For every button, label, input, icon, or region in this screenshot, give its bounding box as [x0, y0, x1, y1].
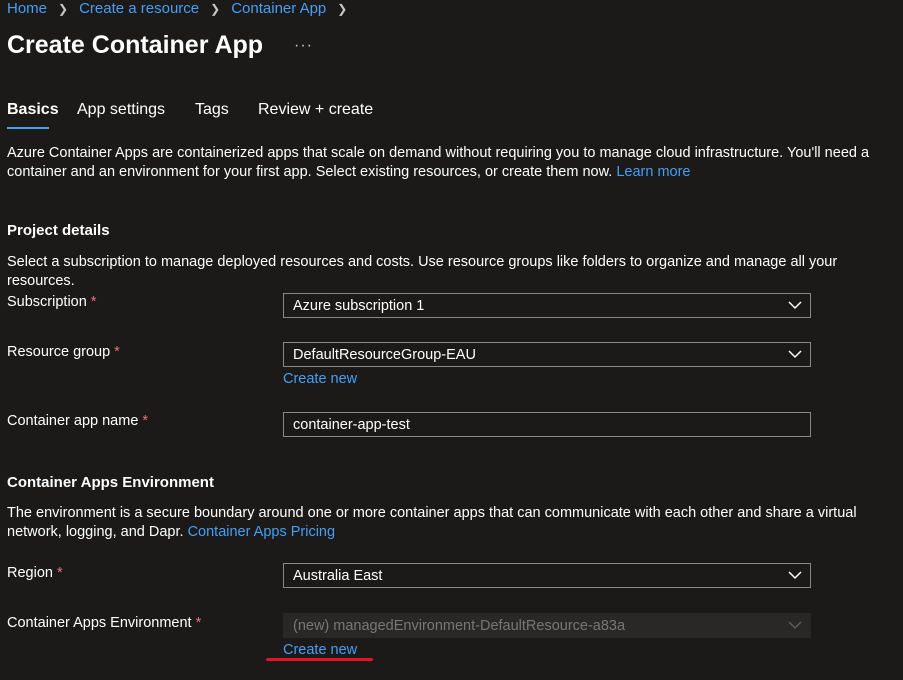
environment-dropdown[interactable]: (new) managedEnvironment-DefaultResource…	[283, 613, 811, 638]
tab-tags[interactable]: Tags	[195, 101, 229, 119]
chevron-right-icon: ❯	[210, 1, 221, 16]
chevron-right-icon: ❯	[337, 1, 348, 16]
app-name-label: Container app name *	[7, 413, 148, 429]
environment-description: The environment is a secure boundary aro…	[7, 505, 857, 540]
subscription-value: Azure subscription 1	[293, 297, 425, 314]
project-details-description: Select a subscription to manage deployed…	[7, 254, 838, 289]
more-options-icon[interactable]: ···	[294, 37, 313, 55]
resource-group-value: DefaultResourceGroup-EAU	[293, 346, 476, 363]
subscription-dropdown[interactable]: Azure subscription 1	[283, 293, 811, 318]
chevron-down-icon	[788, 621, 802, 630]
breadcrumb: Home ❯ Create a resource ❯ Container App…	[7, 0, 358, 17]
chevron-down-icon	[788, 350, 802, 359]
container-apps-pricing-link[interactable]: Container Apps Pricing	[188, 524, 336, 540]
required-marker: *	[90, 294, 97, 310]
intro-text: Azure Container Apps are containerized a…	[7, 144, 892, 182]
chevron-down-icon	[788, 571, 802, 580]
resource-group-label: Resource group *	[7, 344, 120, 360]
required-marker: *	[142, 413, 149, 429]
breadcrumb-create-resource[interactable]: Create a resource	[79, 0, 199, 17]
subscription-label-text: Subscription	[7, 294, 87, 310]
subscription-label: Subscription *	[7, 294, 96, 310]
create-new-resource-group-link[interactable]: Create new	[283, 371, 357, 387]
resource-group-dropdown[interactable]: DefaultResourceGroup-EAU	[283, 342, 811, 367]
app-name-value: container-app-test	[293, 416, 410, 433]
required-marker: *	[195, 615, 202, 631]
annotation-underline	[266, 658, 373, 661]
project-details-heading: Project details	[7, 222, 110, 239]
region-value: Australia East	[293, 567, 383, 584]
resource-group-label-text: Resource group	[7, 344, 111, 360]
intro-description: Azure Container Apps are containerized a…	[7, 145, 870, 180]
tab-app-settings[interactable]: App settings	[77, 101, 165, 119]
environment-label: Container Apps Environment *	[7, 615, 201, 631]
environment-text: The environment is a secure boundary aro…	[7, 504, 892, 542]
region-label: Region *	[7, 565, 63, 581]
breadcrumb-home[interactable]: Home	[7, 0, 47, 17]
environment-label-text: Container Apps Environment	[7, 615, 192, 631]
create-new-environment-link[interactable]: Create new	[283, 642, 357, 658]
required-marker: *	[114, 344, 120, 360]
app-name-input[interactable]: container-app-test	[283, 412, 811, 437]
app-name-label-text: Container app name	[7, 413, 139, 429]
region-dropdown[interactable]: Australia East	[283, 563, 811, 588]
chevron-right-icon: ❯	[58, 1, 69, 16]
learn-more-link[interactable]: Learn more	[616, 164, 690, 180]
region-label-text: Region	[7, 565, 53, 581]
tab-basics[interactable]: Basics	[7, 101, 59, 119]
required-marker: *	[56, 565, 63, 581]
active-tab-indicator	[7, 127, 49, 129]
tab-review-create[interactable]: Review + create	[258, 101, 373, 119]
environment-heading: Container Apps Environment	[7, 474, 214, 491]
breadcrumb-container-app[interactable]: Container App	[231, 0, 326, 17]
chevron-down-icon	[788, 301, 802, 310]
page-title: Create Container App	[7, 31, 264, 59]
environment-value: (new) managedEnvironment-DefaultResource…	[293, 617, 626, 634]
